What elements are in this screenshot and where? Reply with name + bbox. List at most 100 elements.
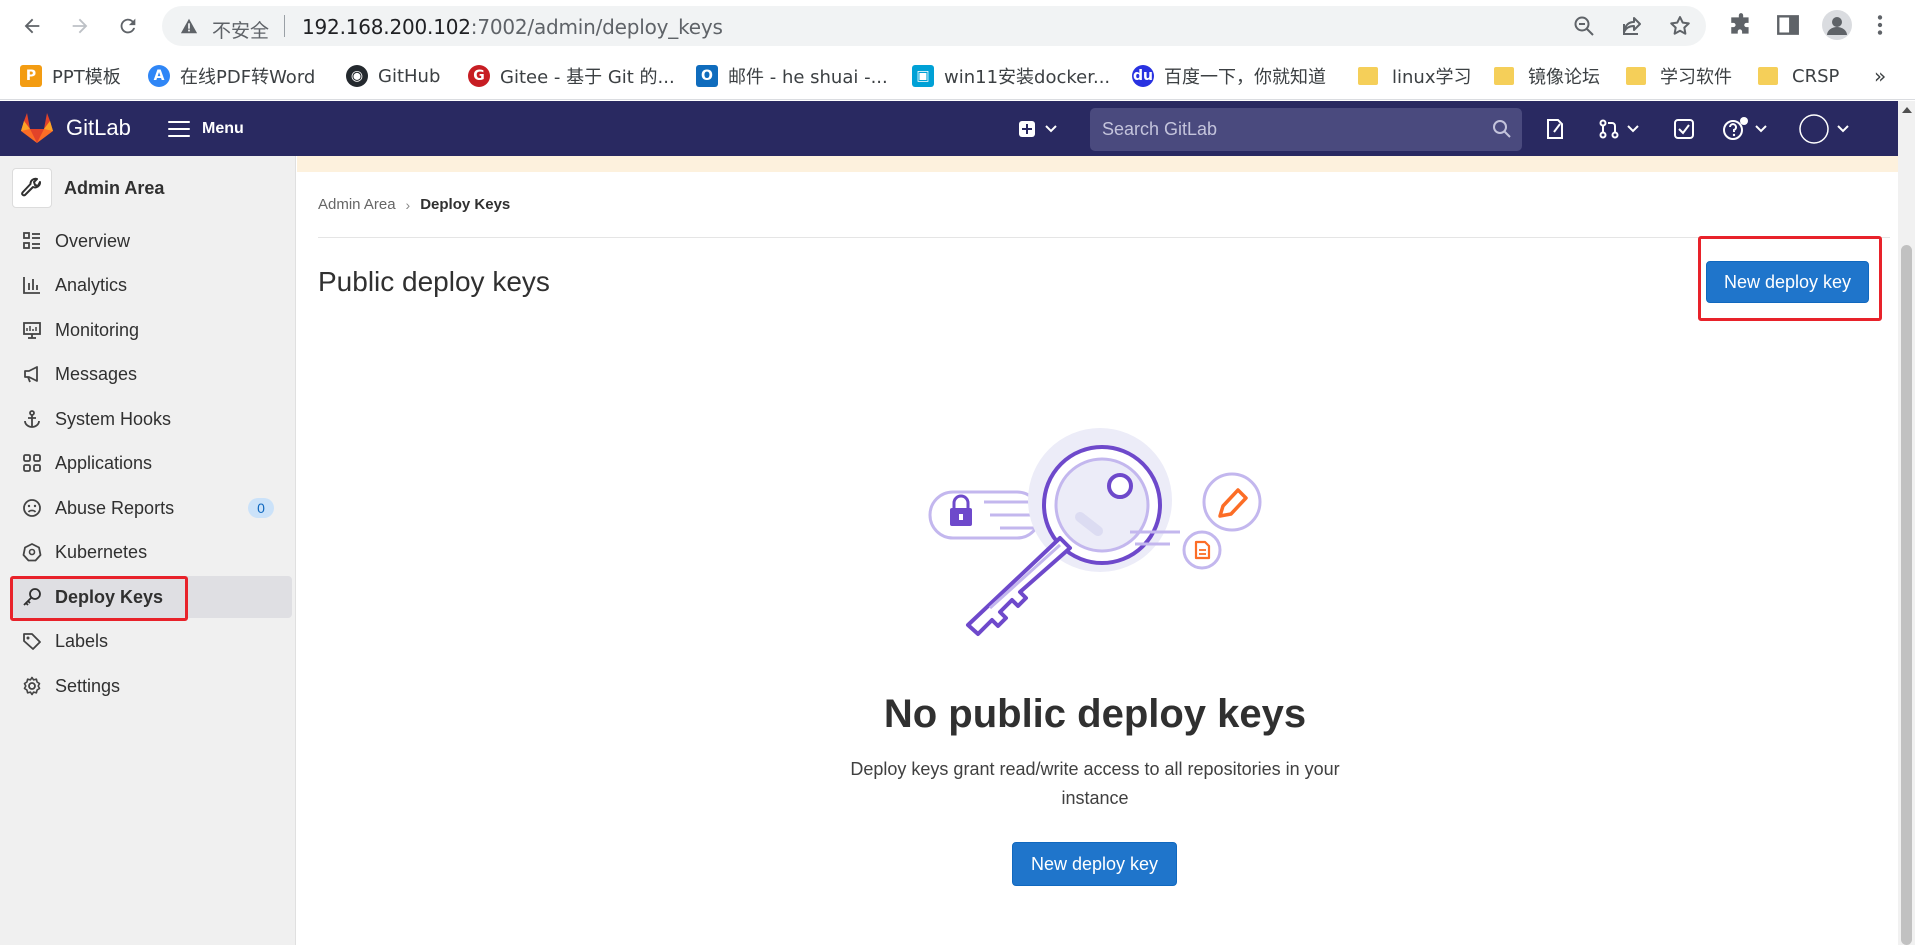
sidebar-item-label: Messages [55, 363, 138, 384]
deploy-keys-illustration [928, 428, 1262, 636]
baidu-icon: du [1132, 65, 1154, 87]
sidebar-item-labels[interactable]: Labels [12, 620, 292, 662]
browser-toolbar: 不安全 192.168.200.102:7002/admin/deploy_ke… [0, 0, 1915, 52]
sidebar-item-analytics[interactable]: Analytics [12, 264, 292, 306]
scrollbar-thumb[interactable] [1901, 245, 1912, 945]
warning-icon [180, 18, 198, 34]
more-bookmarks[interactable]: » [1874, 62, 1886, 90]
breadcrumb: Admin Area › Deploy Keys [318, 196, 510, 213]
user-menu[interactable] [1798, 114, 1850, 144]
bookmark-linux[interactable]: linux学习 [1358, 62, 1471, 90]
sidebar-item-overview[interactable]: Overview [12, 220, 292, 262]
bilibili-icon: ▣ [912, 65, 934, 87]
wrench-icon [21, 177, 41, 197]
search-gitlab[interactable] [1090, 108, 1522, 151]
sidebar-item-settings[interactable]: Settings [12, 665, 292, 707]
abuse-reports-count-badge: 0 [248, 498, 274, 518]
side-panel-icon[interactable] [1775, 12, 1801, 38]
share-icon[interactable] [1620, 14, 1644, 38]
todos-button[interactable] [1673, 115, 1695, 143]
todo-check-icon [1674, 119, 1694, 139]
bookmark-label: win11安装docker... [944, 67, 1111, 88]
extensions-icon[interactable] [1728, 12, 1754, 38]
chevron-down-icon [1627, 125, 1639, 133]
sidebar-item-label: Settings [55, 675, 121, 696]
bookmark-github[interactable]: ◉ GitHub [346, 62, 440, 90]
gitee-icon: G [468, 65, 490, 87]
breadcrumb-admin-area[interactable]: Admin Area [318, 196, 396, 213]
more-vert-icon[interactable] [1872, 12, 1888, 38]
bookmark-pdf[interactable]: A 在线PDF转Word [148, 62, 315, 90]
gitlab-brand[interactable]: GitLab [66, 115, 131, 141]
url-text: 192.168.200.102:7002/admin/deploy_keys [302, 15, 723, 39]
sidebar-item-label: System Hooks [55, 408, 172, 429]
sidebar-item-abuse-reports[interactable]: Abuse Reports 0 [12, 487, 292, 529]
sidebar-item-applications[interactable]: Applications [12, 442, 292, 484]
bookmark-baidu[interactable]: du 百度一下，你就知道 [1132, 62, 1326, 90]
sidebar-item-label: Labels [55, 630, 109, 651]
bookmark-mirror[interactable]: 镜像论坛 [1494, 62, 1600, 90]
sidebar-item-label: Abuse Reports [55, 497, 175, 518]
gitlab-logo-icon[interactable] [20, 113, 54, 143]
bookmark-outlook[interactable]: O 邮件 - he shuai -... [696, 62, 888, 90]
search-input[interactable] [1090, 108, 1522, 151]
new-dropdown[interactable] [1018, 115, 1058, 143]
bookmark-label: 镜像论坛 [1528, 67, 1600, 88]
sidebar-item-monitoring[interactable]: Monitoring [12, 309, 292, 351]
pdf-convert-icon: A [148, 65, 170, 87]
sidebar-item-deploy-keys[interactable]: Deploy Keys [12, 576, 292, 618]
folder-icon [1494, 67, 1514, 85]
reload-icon [120, 18, 136, 34]
help-button[interactable] [1722, 115, 1768, 143]
bookmark-label: CRSP [1792, 65, 1840, 87]
bookmark-software[interactable]: 学习软件 [1626, 62, 1732, 90]
sidebar-item-kubernetes[interactable]: Kubernetes [12, 531, 292, 573]
outlook-icon: O [696, 65, 718, 87]
gitlab-header: GitLab Menu [0, 101, 1898, 156]
merge-requests-button[interactable] [1598, 115, 1640, 143]
sidebar-item-system-hooks[interactable]: System Hooks [12, 398, 292, 440]
bookmark-label: 百度一下，你就知道 [1164, 67, 1326, 88]
page-scrollbar[interactable] [1898, 101, 1915, 945]
bookmark-label: Gitee - 基于 Git 的... [500, 67, 675, 88]
chevron-down-icon [1755, 125, 1767, 133]
breadcrumb-deploy-keys[interactable]: Deploy Keys [420, 196, 510, 213]
profile-icon[interactable] [1822, 10, 1852, 40]
admin-sidebar: Admin Area Overview Analytics Monitoring… [0, 156, 296, 945]
insecure-label: 不安全 [212, 20, 270, 42]
sidebar-item-label: Analytics [55, 274, 128, 295]
sidebar-header[interactable]: Admin Area [12, 168, 164, 208]
issues-icon [1547, 119, 1563, 139]
sidebar-item-messages[interactable]: Messages [12, 353, 292, 395]
address-bar[interactable]: 不安全 192.168.200.102:7002/admin/deploy_ke… [162, 6, 1706, 46]
menu-label: Menu [202, 120, 244, 137]
bookmark-crsp[interactable]: CRSP [1758, 62, 1839, 90]
bookmark-ppt[interactable]: P PPT模板 [20, 62, 121, 90]
sidebar-title: Admin Area [64, 177, 165, 198]
bookmark-bilibili[interactable]: ▣ win11安装docker... [912, 62, 1110, 90]
url-host: 192.168.200.102 [302, 15, 471, 39]
empty-state-new-deploy-key-button[interactable]: New deploy key [1012, 842, 1177, 886]
bookmark-label: 邮件 - he shuai -... [728, 67, 888, 88]
bookmark-label: 学习软件 [1660, 67, 1732, 88]
label-icon [21, 630, 43, 652]
hook-icon [21, 408, 43, 430]
new-deploy-key-button[interactable]: New deploy key [1706, 261, 1869, 303]
zoom-icon[interactable] [1572, 14, 1596, 38]
issues-button[interactable] [1545, 115, 1565, 143]
star-icon[interactable] [1668, 14, 1692, 38]
merge-request-icon [1599, 119, 1619, 139]
analytics-icon [21, 274, 43, 296]
overview-icon [21, 230, 43, 252]
search-icon [1493, 120, 1511, 138]
reload-button[interactable] [112, 10, 144, 42]
bookmark-gitee[interactable]: G Gitee - 基于 Git 的... [468, 62, 675, 90]
forward-button[interactable] [64, 10, 96, 42]
monitoring-icon [21, 319, 43, 341]
back-button[interactable] [16, 10, 48, 42]
bookmark-label: GitHub [378, 65, 441, 87]
settings-icon [21, 675, 43, 697]
sidebar-item-label: Kubernetes [55, 541, 148, 562]
menu-button[interactable]: Menu [168, 115, 244, 143]
scroll-up-arrow-icon[interactable] [1902, 107, 1912, 113]
